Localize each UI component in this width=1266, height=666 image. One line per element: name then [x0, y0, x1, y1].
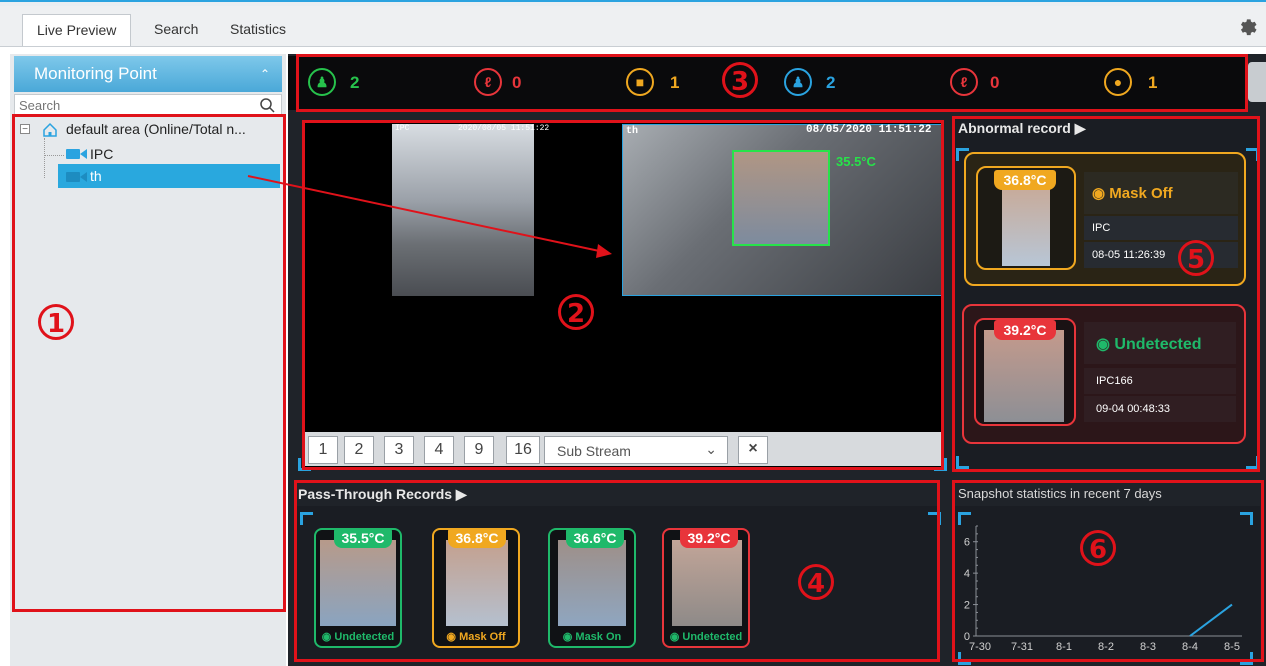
tab-live-preview[interactable]: Live Preview — [22, 14, 132, 46]
search-field[interactable] — [14, 94, 282, 116]
search-icon[interactable] — [259, 97, 275, 113]
annotation-number: 3 — [722, 62, 758, 98]
annotation-box-snapshot — [952, 480, 1264, 662]
annotation-box-abnormal — [952, 116, 1260, 472]
sidebar-title: Monitoring Point — [34, 64, 157, 83]
tab-statistics[interactable]: Statistics — [216, 14, 300, 46]
annotation-box-stats — [296, 54, 1248, 112]
search-input[interactable] — [15, 95, 259, 115]
annotation-number: 1 — [38, 304, 74, 340]
tab-search[interactable]: Search — [140, 14, 212, 46]
annotation-number: 6 — [1080, 530, 1116, 566]
chevron-up-icon[interactable]: ⌃ — [260, 56, 270, 92]
annotation-number: 2 — [558, 294, 594, 330]
gear-icon[interactable] — [1236, 14, 1258, 36]
annotation-number: 4 — [798, 564, 834, 600]
sidebar-header[interactable]: Monitoring Point ⌃ — [14, 56, 282, 92]
annotation-arrow — [247, 175, 612, 258]
fullscreen-toggle[interactable] — [1248, 62, 1266, 102]
annotation-box-pass-through — [294, 480, 940, 662]
annotation-number: 5 — [1178, 240, 1214, 276]
